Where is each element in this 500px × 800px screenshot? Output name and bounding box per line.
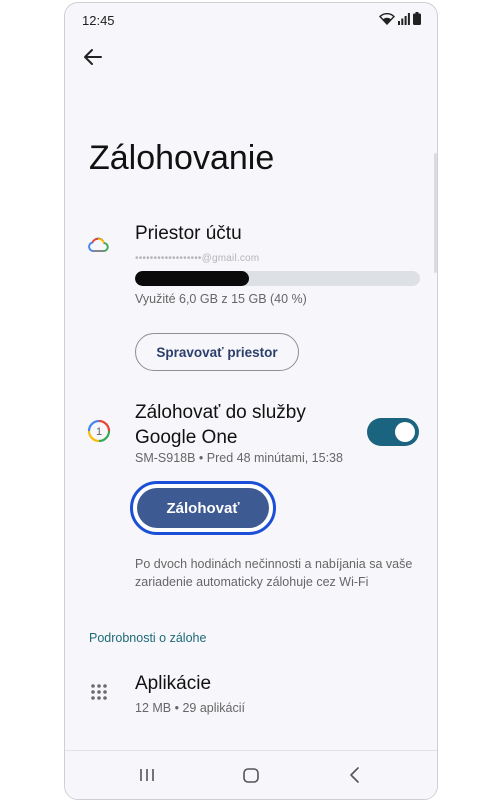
backup-details-section-title: Podrobnosti o zálohe [89, 631, 207, 645]
apps-grid-icon [91, 684, 107, 700]
back-arrow-icon[interactable] [81, 45, 105, 69]
storage-usage-text: Využité 6,0 GB z 15 GB (40 %) [135, 292, 307, 306]
cloud-icon [88, 237, 109, 252]
status-icons [379, 12, 421, 25]
page-title: Zálohovanie [89, 139, 275, 177]
google-one-title-line2: Google One [135, 427, 238, 448]
storage-usage-fill [135, 271, 249, 286]
apps-list-item[interactable]: Aplikácie 12 MB • 29 aplikácií [65, 663, 437, 723]
google-one-title-line1: Zálohovať do služby [135, 402, 306, 423]
google-one-icon: 1 [87, 419, 111, 443]
status-time: 12:45 [82, 13, 115, 28]
recents-icon[interactable] [135, 763, 159, 787]
phone-screen: 12:45 Zálohovanie Priestor účtu ••••••••… [64, 2, 438, 800]
storage-usage-bar [135, 271, 420, 286]
battery-icon [413, 12, 421, 25]
signal-icon [398, 12, 410, 25]
apps-subtitle: 12 MB • 29 aplikácií [135, 701, 245, 715]
navigation-bar [65, 750, 437, 799]
google-one-backup-toggle[interactable] [367, 418, 419, 446]
backup-now-button[interactable]: Zálohovať [137, 488, 269, 528]
manage-storage-button[interactable]: Spravovať priestor [135, 333, 299, 371]
status-bar: 12:45 [65, 3, 437, 39]
back-icon[interactable] [343, 763, 367, 787]
home-icon[interactable] [239, 763, 263, 787]
backup-device-info: SM-S918B • Pred 48 minútami, 15:38 [135, 451, 343, 465]
toggle-knob [395, 422, 415, 442]
account-email: ••••••••••••••••••@gmail.com [135, 253, 260, 264]
wifi-icon [379, 12, 395, 25]
backup-button-focus-ring: Zálohovať [130, 481, 276, 535]
svg-text:1: 1 [96, 426, 102, 438]
google-one-title: Zálohovať do služby Google One [135, 400, 306, 450]
auto-backup-note: Po dvoch hodinách nečinnosti a nabíjania… [135, 557, 413, 589]
scroll-indicator [434, 153, 437, 273]
account-storage-title: Priestor účtu [135, 223, 242, 244]
apps-title: Aplikácie [135, 673, 212, 694]
